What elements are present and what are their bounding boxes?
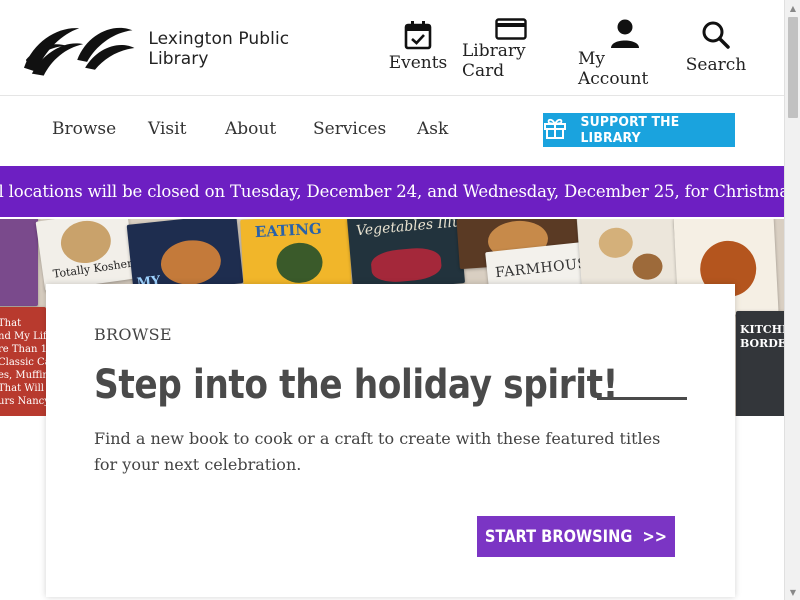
- library-card-link[interactable]: Library Card: [462, 18, 560, 81]
- site-header: Lexington Public Library Events Library …: [0, 0, 784, 96]
- feature-card: BROWSE Step into the holiday spirit! Fin…: [46, 284, 735, 597]
- card-headline: Step into the holiday spirit!: [94, 362, 618, 408]
- support-library-label: SUPPORT THE LIBRARY: [580, 114, 680, 146]
- scroll-down-arrow-icon[interactable]: ▼: [785, 584, 800, 600]
- book-title: Vegetables Illustrated: [355, 219, 466, 240]
- user-icon: [610, 18, 640, 48]
- main-nav: Browse Visit About Services Ask SUPPORT …: [0, 97, 784, 166]
- gift-icon: [543, 116, 567, 144]
- headline-rule: [597, 397, 687, 400]
- book-cover: Vegetables Illustrated: [346, 219, 466, 293]
- book-cover: Totally Kosher: [35, 219, 137, 292]
- nav-item-visit[interactable]: Visit: [148, 119, 186, 139]
- card-icon: [495, 18, 527, 40]
- closure-alert-banner: All locations will be closed on Tuesday,…: [0, 166, 800, 217]
- book-side-text: That nd My Life re Than 100 Classic Cake…: [0, 318, 46, 407]
- events-link[interactable]: Events: [389, 18, 447, 80]
- events-label: Events: [388, 53, 448, 73]
- search-link[interactable]: Search: [685, 18, 747, 80]
- card-description: Find a new book to cook or a craft to cr…: [94, 429, 661, 474]
- book-title: EATING: [254, 219, 323, 242]
- search-icon: [701, 18, 731, 52]
- nav-item-about[interactable]: About: [225, 119, 276, 139]
- scroll-up-arrow-icon[interactable]: ▲: [785, 0, 800, 16]
- search-label: Search: [685, 55, 747, 75]
- book-cover: KITCHEN BORDER: [736, 311, 784, 416]
- my-account-link[interactable]: My Account: [578, 18, 671, 89]
- closure-alert-text: All locations will be closed on Tuesday,…: [0, 182, 800, 201]
- scrollbar-thumb[interactable]: [788, 17, 798, 118]
- card-eyebrow: BROWSE: [94, 325, 172, 344]
- nav-item-browse[interactable]: Browse: [52, 119, 116, 139]
- book-cover: That nd My Life re Than 100 Classic Cake…: [0, 307, 46, 416]
- book-title: FARMHOUSE: [494, 254, 589, 282]
- nav-item-services[interactable]: Services: [313, 119, 386, 139]
- book-cover: EATING: [240, 219, 352, 292]
- nav-item-ask[interactable]: Ask: [417, 119, 448, 139]
- support-library-button[interactable]: SUPPORT THE LIBRARY: [543, 113, 735, 147]
- book-cover: [0, 219, 38, 306]
- library-logo[interactable]: Lexington Public Library: [22, 18, 352, 80]
- page-scrollbar[interactable]: ▲ ▼: [784, 0, 800, 600]
- book-title: KITCHEN BORDER: [740, 323, 784, 350]
- my-account-label: My Account: [578, 49, 649, 89]
- library-card-label: Library Card: [462, 41, 526, 81]
- start-browsing-label: START BROWSING >>: [484, 526, 668, 547]
- calendar-check-icon: [404, 18, 432, 52]
- start-browsing-button[interactable]: START BROWSING >>: [477, 516, 675, 557]
- library-name: Lexington Public Library: [148, 29, 290, 69]
- library-logo-icon: [23, 27, 135, 76]
